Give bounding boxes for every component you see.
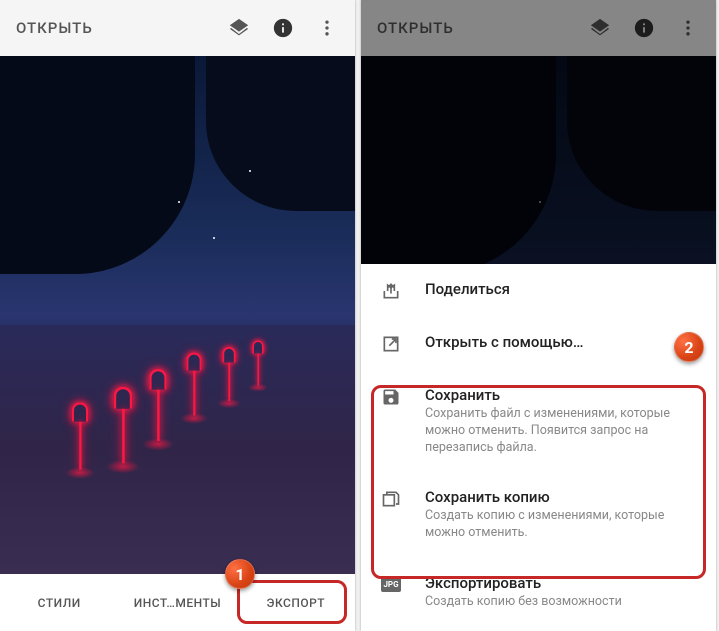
tab-tools[interactable]: ИНСТ…МЕНТЫ [118,578,236,628]
sheet-save-copy[interactable]: Сохранить копию Создать копию с изменени… [361,472,716,558]
sheet-title: Сохранить [425,386,696,404]
sheet-title: Экспортировать [425,574,696,592]
sheet-title: Открыть с помощью… [425,333,696,351]
image-preview[interactable] [0,56,355,574]
share-icon [381,281,401,301]
save-copy-icon [381,489,401,509]
open-button[interactable]: ОТКРЫТЬ [16,19,227,37]
sheet-share[interactable]: Поделиться [361,264,716,317]
toolbar: ОТКРЫТЬ [0,0,355,56]
sheet-desc: Сохранить файл с изменениями, которые мо… [425,406,696,457]
bottom-tabs: СТИЛИ ИНСТ…МЕНТЫ ЭКСПОРТ [0,574,355,631]
info-icon[interactable] [271,16,295,40]
sheet-title: Поделиться [425,280,696,298]
screen-editor: ОТКРЫТЬ СТИЛИ ИНСТ…МЕНТЫ ЭКСПОРТ 1 [0,0,355,631]
annotation-badge-2: 2 [674,332,704,362]
export-sheet: Поделиться Открыть с помощью… Сохранить … [361,264,716,631]
annotation-badge-1: 1 [225,559,255,589]
sheet-desc: Создать копию без возможности [425,594,696,611]
sheet-desc: Создать копию с изменениями, которые мож… [425,508,696,542]
save-icon [381,387,401,407]
more-icon[interactable] [315,16,339,40]
tab-styles[interactable]: СТИЛИ [0,578,118,628]
sheet-export[interactable]: JPG Экспортировать Создать копию без воз… [361,558,716,627]
tab-export[interactable]: ЭКСПОРТ [237,578,355,628]
layers-icon[interactable] [227,16,251,40]
screen-export-sheet: ОТКРЫТЬ Поделиться [361,0,716,631]
sheet-open-with[interactable]: Открыть с помощью… [361,317,716,370]
jpg-icon: JPG [381,576,401,592]
open-external-icon [381,334,401,354]
sheet-title: Сохранить копию [425,488,696,506]
sheet-save[interactable]: Сохранить Сохранить файл с изменениями, … [361,370,716,473]
